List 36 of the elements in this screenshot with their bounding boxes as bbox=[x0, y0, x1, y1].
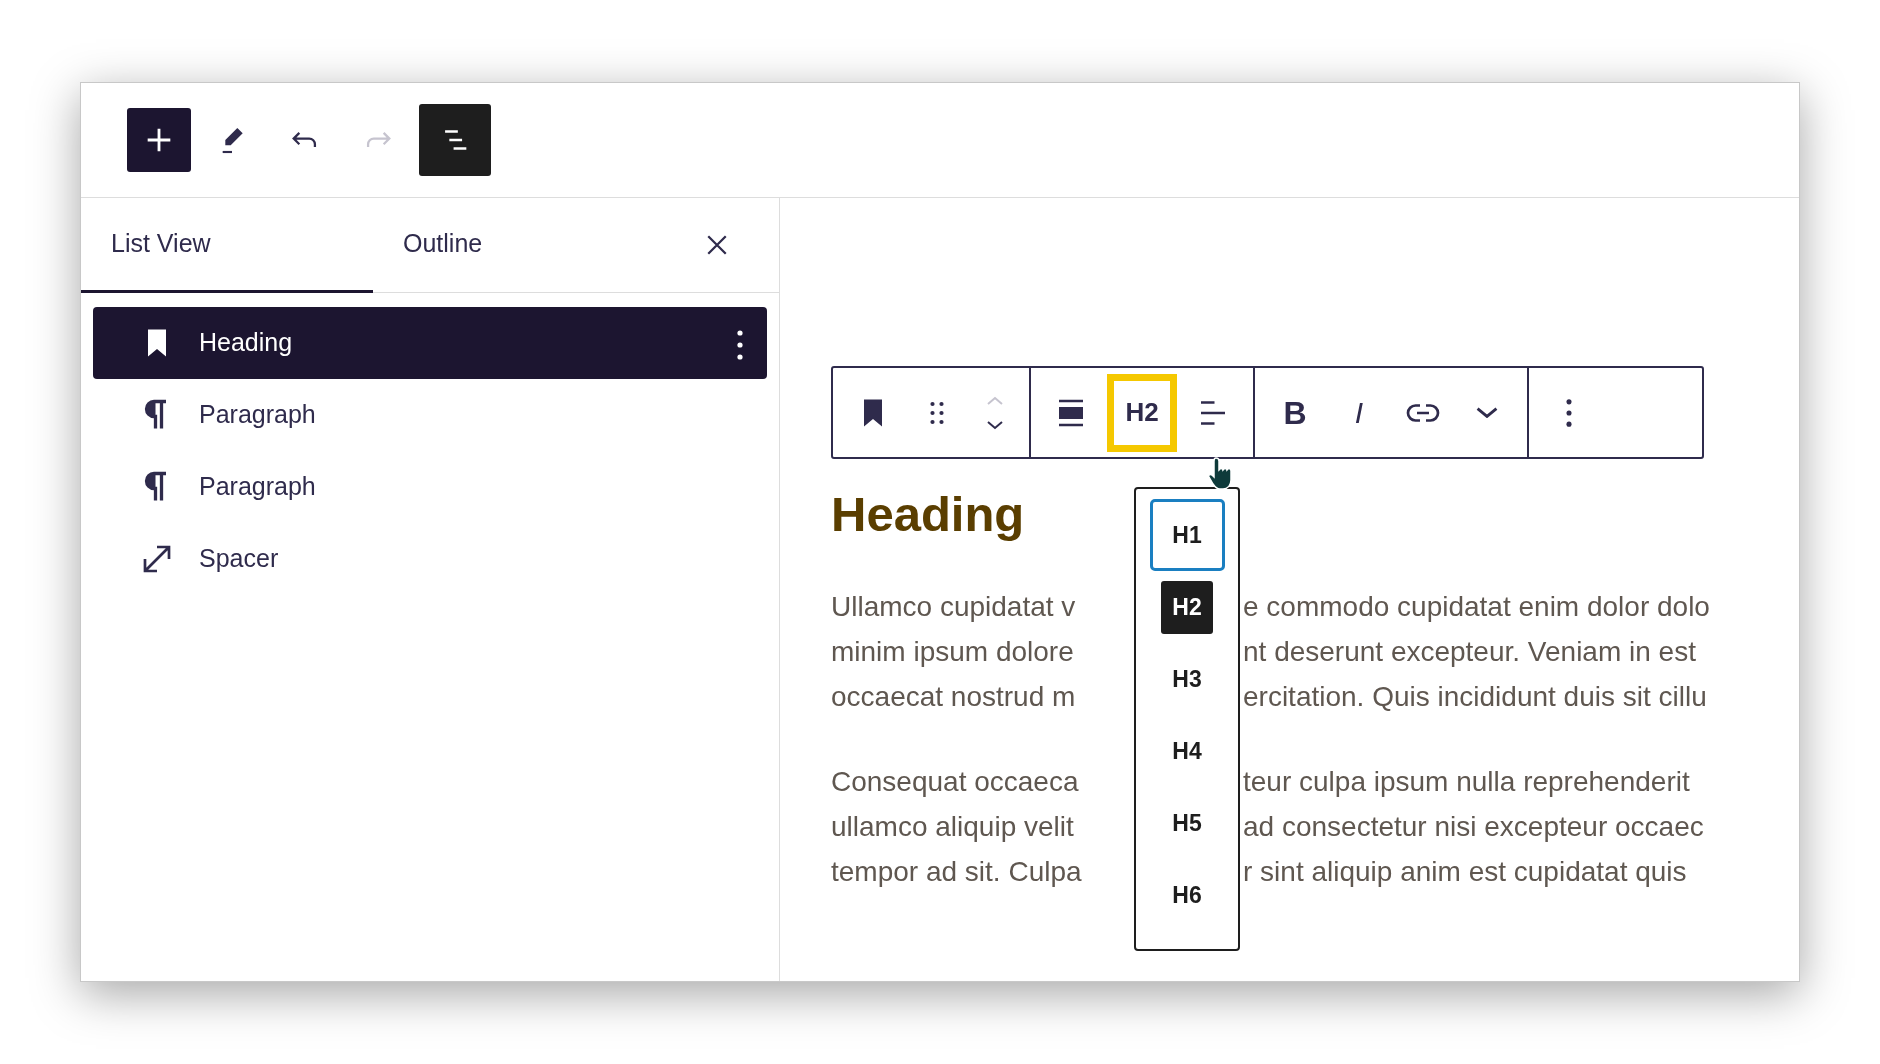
vertical-ellipsis-icon bbox=[1566, 398, 1572, 427]
paragraph-text: e commodo cupidatat enim dolor dolo bbox=[1243, 589, 1711, 624]
heading-level-option[interactable]: H6 bbox=[1149, 859, 1225, 931]
chevron-down-icon bbox=[1476, 407, 1498, 418]
paragraph-text: tempor ad sit. Culpa bbox=[831, 854, 1083, 889]
paragraph-text: r sint aliquip anim est cupidatat quis bbox=[1243, 854, 1688, 889]
add-block-button[interactable] bbox=[127, 108, 191, 172]
block-label: Spacer bbox=[199, 543, 279, 575]
paragraph-text: teur culpa ipsum nulla reprehenderit bbox=[1243, 764, 1691, 799]
heading-level-option[interactable]: H3 bbox=[1149, 643, 1225, 715]
paragraph-text: ercitation. Quis incididunt duis sit cillu bbox=[1243, 679, 1708, 714]
paragraph-text: Consequat occaeca bbox=[831, 764, 1080, 799]
list-view-item[interactable]: Spacer bbox=[93, 523, 767, 595]
paragraph-text: Ullamco cupidatat v bbox=[831, 589, 1077, 624]
paragraph-text: occaecat nostrud m bbox=[831, 679, 1077, 714]
heading-level-button[interactable]: H2 bbox=[1107, 373, 1177, 452]
sidebar-tab[interactable]: Outline bbox=[373, 198, 665, 293]
bold-button[interactable]: B bbox=[1267, 376, 1323, 449]
list-view-item[interactable]: Paragraph bbox=[93, 379, 767, 451]
heading-text: Heading bbox=[831, 486, 1025, 543]
block-label: Paragraph bbox=[199, 399, 316, 431]
italic-button[interactable]: I bbox=[1331, 376, 1387, 449]
paragraph-text: ad consectetur nisi excepteur occaec bbox=[1243, 809, 1705, 844]
list-view-item[interactable]: Heading bbox=[93, 307, 767, 379]
list-view-button[interactable] bbox=[419, 104, 491, 176]
paragraph-text: minim ipsum dolore bbox=[831, 634, 1075, 669]
heading-level-option[interactable]: H5 bbox=[1149, 787, 1225, 859]
heading-level-option[interactable]: H4 bbox=[1149, 715, 1225, 787]
heading-level-option[interactable]: H2 bbox=[1161, 581, 1213, 634]
list-view-item[interactable]: Paragraph bbox=[93, 451, 767, 523]
paragraph-text: nt deserunt excepteur. Veniam in est bbox=[1243, 634, 1697, 669]
sidebar-tab[interactable]: List View bbox=[81, 198, 373, 293]
heading-level-option[interactable]: H1 bbox=[1149, 499, 1225, 571]
block-label: Heading bbox=[199, 327, 293, 359]
block-label: Paragraph bbox=[199, 471, 316, 503]
paragraph-text: ullamco aliquip velit bbox=[831, 809, 1075, 844]
